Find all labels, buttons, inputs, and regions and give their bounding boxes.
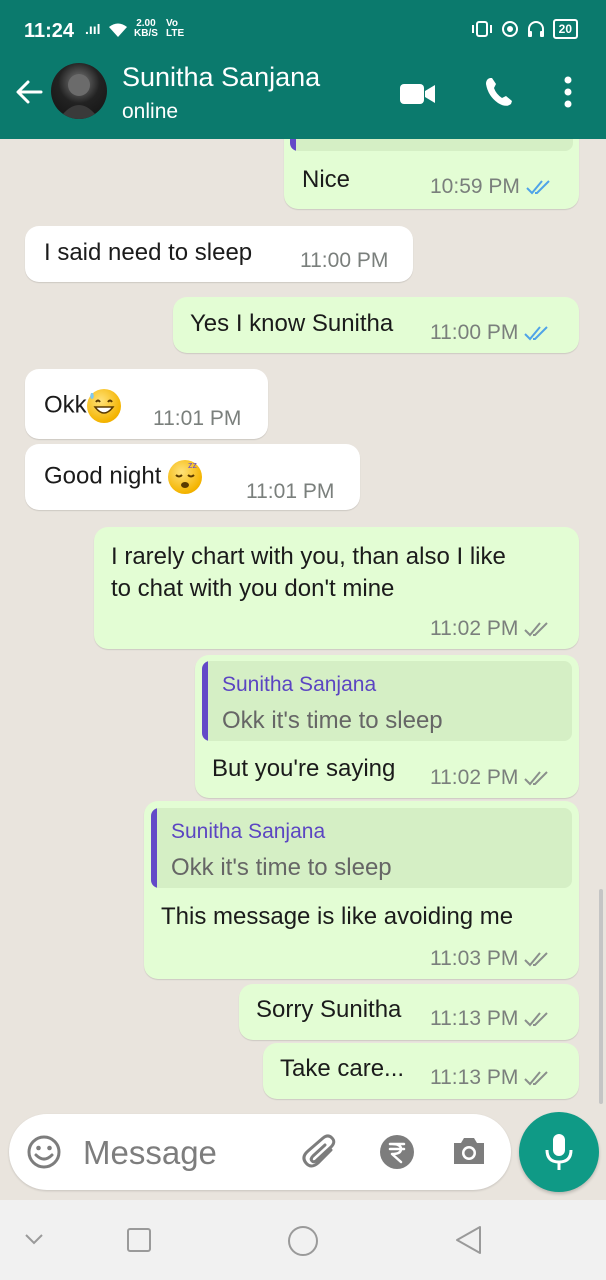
back-triangle-icon[interactable]: [454, 1225, 482, 1255]
read-ticks-icon: [524, 326, 549, 341]
message-time: 11:00 PM: [300, 249, 389, 272]
quoted-sender: Sunitha Sanjana: [171, 820, 326, 843]
message-text: Okk: [44, 389, 121, 423]
vibrate-icon: [471, 21, 492, 37]
delivered-ticks-icon: [524, 1012, 549, 1027]
avatar-silhouette: [59, 74, 99, 119]
message-input[interactable]: [81, 1132, 295, 1174]
message-time: 11:02 PM: [430, 617, 519, 640]
quoted-message[interactable]: Sunitha Sanjana Okk it's time to sleep: [202, 661, 572, 741]
grinning-sweat-emoji-icon: [86, 389, 121, 423]
rupee-payment-icon[interactable]: [379, 1134, 415, 1170]
carrier-badge: Vo LTE: [166, 19, 184, 39]
message-outgoing[interactable]: Yes I know Sunitha 11:00 PM: [173, 297, 579, 353]
recents-square-icon[interactable]: [126, 1227, 152, 1253]
message-meta: 11:02 PM: [430, 766, 550, 790]
quoted-text: Okk it's time to sleep: [222, 707, 443, 734]
message-meta: 11:13 PM: [430, 1007, 550, 1031]
location-icon: [501, 21, 518, 37]
message-text: But you're saying: [212, 755, 396, 782]
message-incoming[interactable]: Okk 11:01 PM: [25, 369, 268, 439]
battery-icon: 20: [552, 19, 578, 39]
delivered-ticks-icon: [524, 622, 549, 637]
status-time: 11:24: [24, 20, 75, 42]
svg-text:zz: zz: [188, 460, 198, 470]
speed-unit: KB/S: [134, 28, 158, 39]
message-line-1: I rarely chart with you, than also I lik…: [111, 543, 506, 570]
mic-icon: [545, 1134, 573, 1170]
message-text-content: Good night: [44, 462, 169, 490]
signal-icon: .ııl: [85, 21, 101, 37]
message-text: Take care...: [280, 1055, 405, 1082]
message-meta: 11:02 PM: [430, 617, 550, 641]
message-line-2: to chat with you don't mine: [111, 575, 395, 602]
quoted-text: Okk it's time to sleep: [171, 854, 392, 881]
message-text: Yes I know Sunitha: [190, 310, 394, 337]
message-incoming[interactable]: I said need to sleep 11:00 PM: [25, 226, 413, 282]
message-outgoing[interactable]: Sorry Sunitha 11:13 PM: [239, 984, 579, 1040]
back-arrow-icon[interactable]: [14, 77, 44, 107]
status-icons: 20: [471, 19, 578, 39]
carrier-bottom: LTE: [166, 28, 185, 39]
message-time: 10:59 PM: [430, 175, 520, 198]
message-meta: 11:03 PM: [430, 947, 550, 971]
wifi-icon: [109, 23, 127, 37]
emoji-icon[interactable]: [26, 1134, 62, 1170]
chevron-down-icon[interactable]: [24, 1232, 44, 1246]
message-outgoing[interactable]: I rarely chart with you, than also I lik…: [94, 527, 579, 649]
quoted-sender: Sunitha Sanjana: [222, 673, 377, 696]
sleeping-face-emoji-icon: zz: [168, 460, 203, 494]
home-circle-icon[interactable]: [287, 1225, 319, 1257]
network-speed: 2.00 KB/S: [134, 19, 158, 39]
message-time: 11:02 PM: [430, 766, 519, 789]
message-text: Nice: [302, 166, 351, 193]
headphones-icon: [527, 21, 544, 37]
message-text-content: Okk: [44, 391, 87, 419]
contact-name[interactable]: Sunitha Sanjana: [122, 62, 320, 93]
phone-icon[interactable]: [484, 76, 514, 108]
delivered-ticks-icon: [524, 771, 549, 786]
message-time: 11:03 PM: [430, 947, 519, 970]
message-composer: [9, 1114, 511, 1190]
system-nav-bar: [0, 1200, 606, 1280]
more-options-icon[interactable]: [562, 76, 574, 108]
message-text: Sorry Sunitha: [256, 996, 402, 1023]
chat-scrollbar[interactable]: [599, 889, 603, 1104]
message-incoming[interactable]: Good night zz 11:01 PM: [25, 444, 360, 510]
delivered-ticks-icon: [524, 952, 549, 967]
contact-status: online: [122, 100, 179, 123]
message-time: 11:13 PM: [430, 1007, 519, 1030]
message-time: 11:01 PM: [246, 480, 335, 503]
reply-preview-cut: [290, 139, 573, 151]
message-meta: 10:59 PM: [430, 175, 552, 199]
video-call-icon[interactable]: [400, 82, 436, 106]
camera-icon[interactable]: [451, 1135, 487, 1167]
chat-header: Sunitha Sanjana online: [0, 62, 606, 139]
message-outgoing[interactable]: Nice 10:59 PM: [284, 139, 579, 209]
quoted-message[interactable]: Sunitha Sanjana Okk it's time to sleep: [151, 808, 572, 888]
read-ticks-icon: [526, 180, 550, 195]
attach-icon[interactable]: [301, 1134, 341, 1172]
chat-area[interactable]: Nice 10:59 PM I said need to sleep 11:00…: [0, 139, 606, 1109]
message-outgoing[interactable]: Take care... 11:13 PM: [263, 1043, 579, 1099]
mic-button[interactable]: [519, 1112, 599, 1192]
message-time: 11:00 PM: [430, 321, 519, 344]
message-text: This message is like avoiding me: [161, 903, 514, 930]
status-bar: 11:24 .ııl 2.00 KB/S Vo LTE 20: [0, 0, 606, 62]
message-time: 11:01 PM: [153, 407, 242, 430]
message-meta: 11:00 PM: [430, 321, 550, 345]
delivered-ticks-icon: [524, 1071, 549, 1086]
message-text: I said need to sleep: [44, 239, 253, 266]
avatar[interactable]: [51, 63, 107, 119]
message-time: 11:13 PM: [430, 1066, 519, 1089]
message-text: Good night zz: [44, 460, 203, 494]
message-outgoing[interactable]: Sunitha Sanjana Okk it's time to sleep T…: [144, 801, 579, 979]
message-meta: 11:13 PM: [430, 1066, 550, 1090]
message-outgoing[interactable]: Sunitha Sanjana Okk it's time to sleep B…: [195, 655, 579, 798]
